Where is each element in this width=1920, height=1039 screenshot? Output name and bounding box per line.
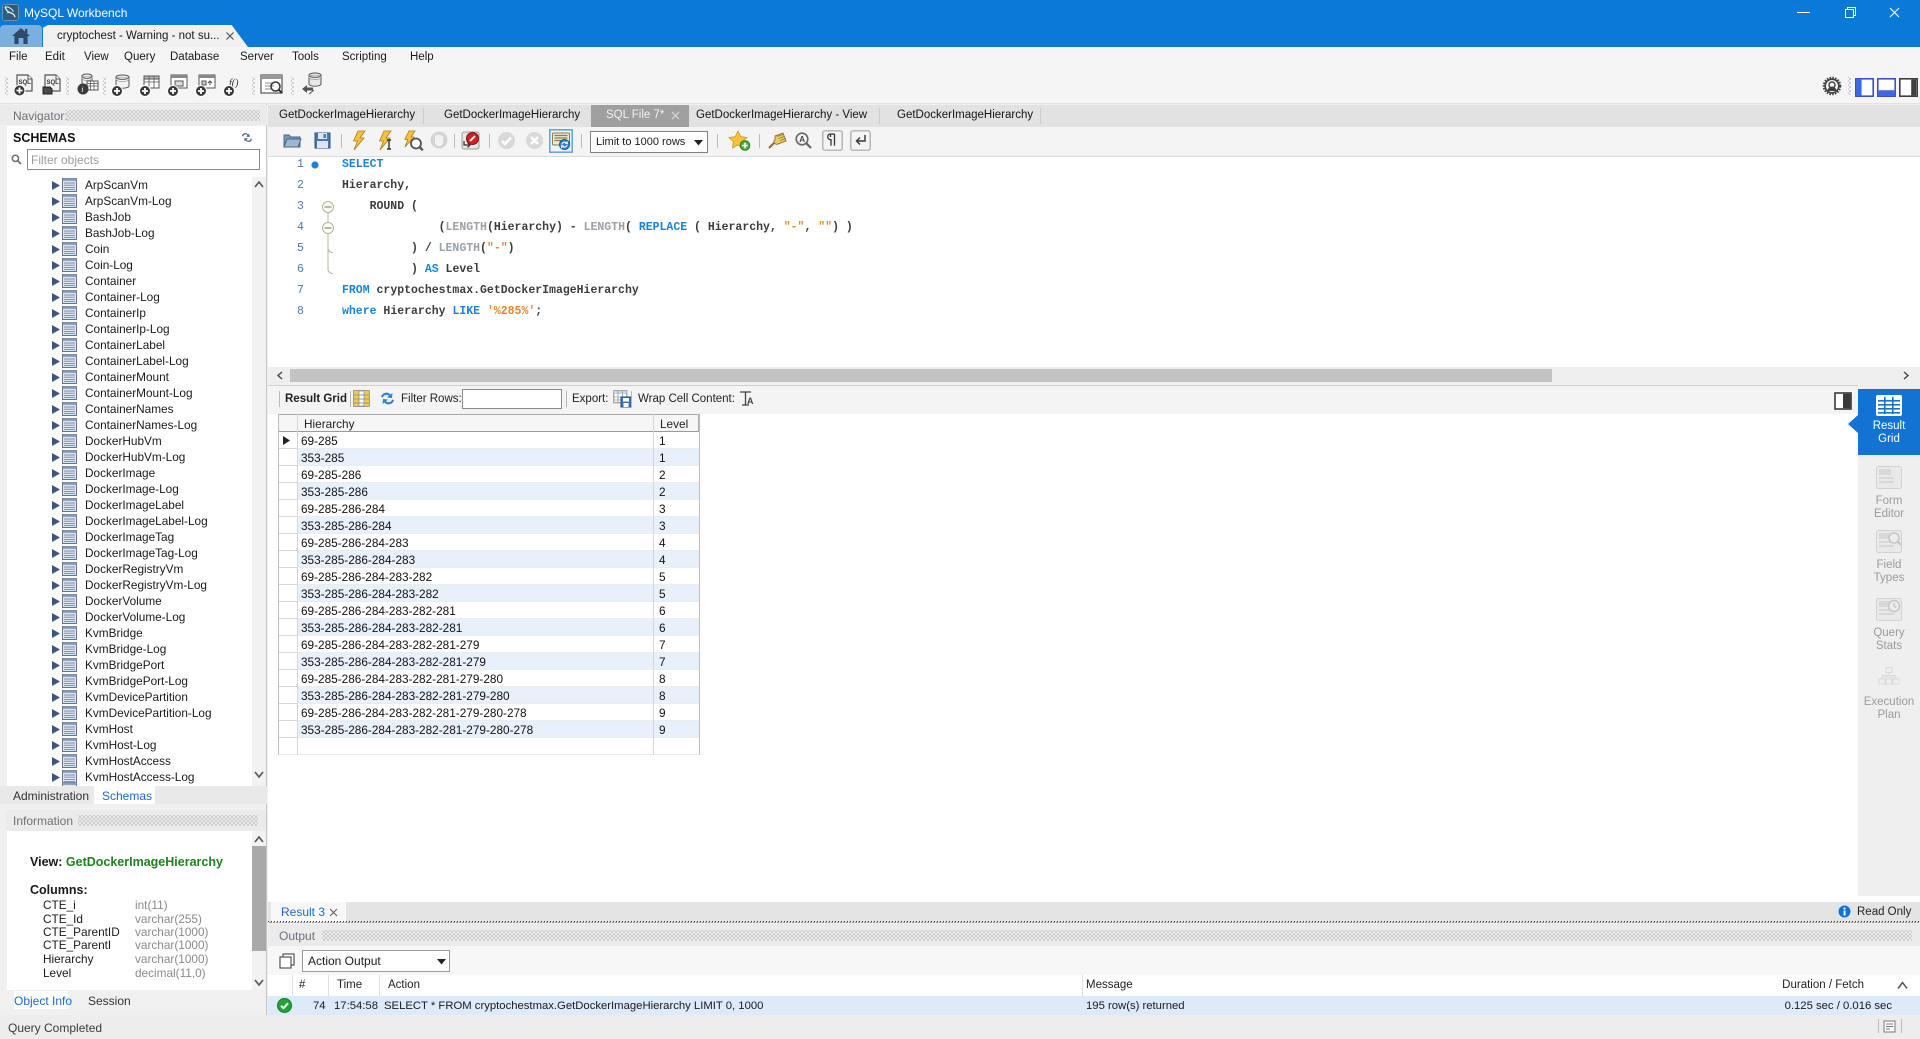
svg-text:A: A xyxy=(747,396,754,406)
svg-text:i: i xyxy=(81,85,83,94)
svg-text:A: A xyxy=(799,135,805,144)
svg-text:SQL: SQL xyxy=(47,80,60,86)
